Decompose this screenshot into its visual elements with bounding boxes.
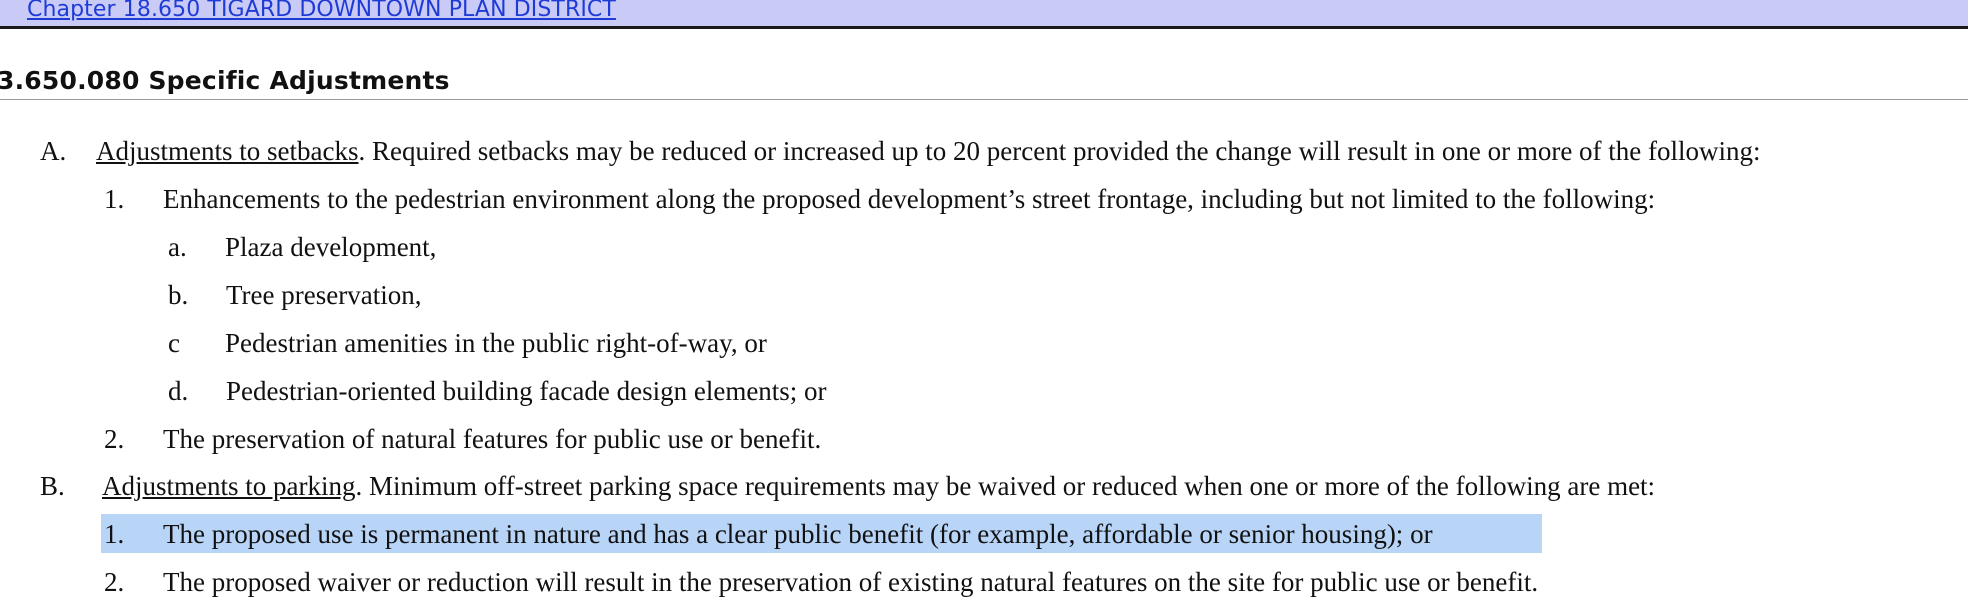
- list-item-text: Tree preservation,: [226, 280, 422, 310]
- list-item-text: The preservation of natural features for…: [163, 424, 822, 454]
- list-item-text: Adjustments to setbacks. Required setbac…: [96, 131, 1761, 171]
- list-item-body: . Required setbacks may be reduced or in…: [358, 136, 1761, 166]
- list-item-text: Plaza development,: [225, 232, 437, 262]
- list-marker: 1.: [104, 519, 125, 549]
- list-marker: d.: [168, 376, 189, 406]
- list-item-text: Pedestrian amenities in the public right…: [225, 328, 767, 358]
- list-marker: a.: [168, 232, 187, 262]
- list-item-text: The proposed use is permanent in nature …: [163, 519, 1433, 549]
- list-marker: c: [168, 328, 180, 358]
- parking-link[interactable]: Adjustments to parking: [102, 471, 355, 501]
- list-marker: b.: [168, 280, 189, 310]
- list-marker: 2.: [104, 567, 125, 597]
- list-item-body: . Minimum off-street parking space requi…: [355, 471, 1656, 501]
- section-heading: 3.650.080 Specific Adjustments: [0, 66, 450, 95]
- setbacks-link[interactable]: Adjustments to setbacks: [96, 136, 358, 166]
- list-marker: 2.: [104, 424, 125, 454]
- list-item-text: Adjustments to parking. Minimum off-stre…: [102, 466, 1655, 506]
- chapter-link[interactable]: Chapter 18.650 TIGARD DOWNTOWN PLAN DIST…: [27, 0, 616, 22]
- list-item-text: Pedestrian-oriented building facade desi…: [226, 376, 827, 406]
- list-marker: A.: [40, 136, 67, 166]
- list-item-text: The proposed waiver or reduction will re…: [163, 567, 1539, 597]
- heading-divider: [0, 99, 1968, 100]
- list-marker: B.: [40, 471, 65, 501]
- chapter-header-bar: Chapter 18.650 TIGARD DOWNTOWN PLAN DIST…: [0, 0, 1968, 29]
- list-marker: 1.: [104, 184, 125, 214]
- list-item-text: Enhancements to the pedestrian environme…: [163, 184, 1656, 214]
